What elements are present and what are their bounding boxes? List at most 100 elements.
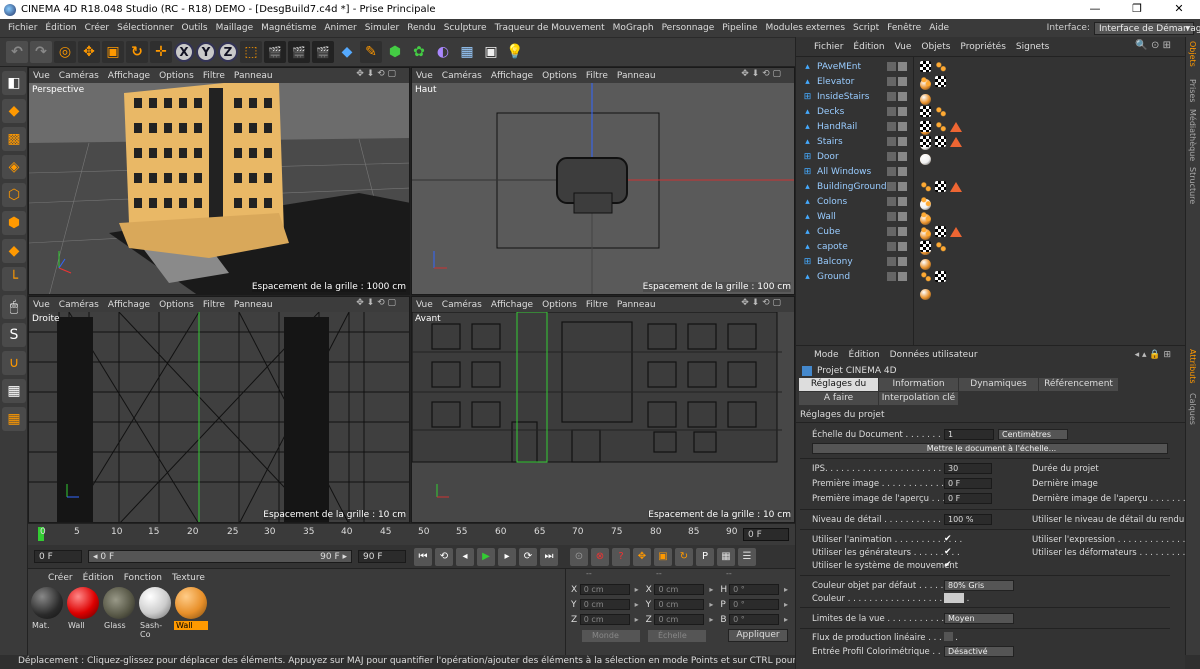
null-icon[interactable]: ⊞ [802, 166, 813, 177]
layer-icon[interactable]: ▴ [802, 271, 813, 282]
obj-menu-signets[interactable]: Signets [1016, 42, 1049, 52]
visibility-flags[interactable] [887, 92, 913, 101]
menu-personnage[interactable]: Personnage [658, 23, 719, 33]
obj-menu-objets[interactable]: Objets [921, 42, 950, 52]
texture-tag-icon[interactable] [935, 181, 946, 192]
object-row[interactable]: ⊞ InsideStairs [802, 89, 1182, 104]
layer-icon[interactable]: ▴ [802, 181, 813, 192]
texture-mode-icon[interactable]: ▩ [2, 127, 26, 151]
object-row[interactable]: ▴ Cube [802, 224, 1182, 255]
scale-unit-dropdown[interactable]: Centimètres [998, 429, 1068, 440]
points-mode-icon[interactable]: ⬡ [2, 183, 26, 207]
menu-pipeline[interactable]: Pipeline [718, 23, 761, 33]
phong-tag-icon[interactable] [950, 226, 962, 237]
tab-content-browser[interactable]: Médiathèque [1188, 109, 1197, 161]
mat-menu-texture[interactable]: Texture [172, 573, 205, 583]
material-swatch[interactable]: Glass [102, 587, 136, 633]
object-row[interactable]: ⊞ Door [802, 149, 1182, 164]
menu-simuler[interactable]: Simuler [361, 23, 403, 33]
recent-tool-icon[interactable]: ✛ [150, 41, 172, 63]
tab-attributes[interactable]: Attributs [1188, 349, 1197, 384]
render-view-icon[interactable]: 🎬 [264, 41, 286, 63]
attr-menu-mode[interactable]: Mode [814, 350, 839, 360]
move-tool-icon[interactable]: ✥ [78, 41, 100, 63]
go-to-start-icon[interactable]: ⏮ [414, 547, 432, 566]
vp-menu-options[interactable]: Options [159, 71, 194, 81]
lock-workplane-icon[interactable]: ▦ [2, 407, 26, 431]
light-icon[interactable]: 💡 [504, 41, 526, 63]
viewport-nav-controls-icon[interactable]: ✥ ⬇ ⟲ ▢ [741, 69, 781, 79]
menu-aide[interactable]: Aide [925, 23, 953, 33]
menu-modules[interactable]: Modules externes [762, 23, 850, 33]
phong-tag-icon[interactable] [950, 136, 962, 147]
workplane-grid-icon[interactable]: ▦ [2, 379, 26, 403]
key-pla-icon[interactable]: ▦ [717, 547, 735, 566]
tab-todo[interactable]: A faire [799, 392, 878, 405]
visibility-flags[interactable] [887, 257, 913, 266]
use-animation-checkbox[interactable]: ✔ [944, 534, 953, 544]
vp-menu-vue[interactable]: Vue [33, 300, 50, 310]
menu-fichier[interactable]: Fichier [4, 23, 41, 33]
visibility-flags[interactable] [887, 107, 913, 116]
floor-environment-icon[interactable]: ▦ [456, 41, 478, 63]
vp-menu-cameras[interactable]: Caméras [442, 300, 482, 310]
vp-menu-vue[interactable]: Vue [416, 300, 433, 310]
selection-tag-icon[interactable] [920, 76, 931, 87]
obj-menu-fichier[interactable]: Fichier [814, 42, 843, 52]
null-icon[interactable]: ⊞ [802, 256, 813, 267]
position-y-field[interactable]: 0 cm [579, 599, 639, 610]
maximize-button[interactable]: ❐ [1116, 0, 1158, 19]
position-z-field[interactable]: 0 cm [579, 614, 639, 625]
first-frame-field[interactable]: 0 F [944, 478, 992, 489]
go-to-end-icon[interactable]: ⏭ [540, 547, 558, 566]
polygons-mode-icon[interactable]: ◆ [2, 239, 26, 263]
cube-primitive-icon[interactable]: ◆ [336, 41, 358, 63]
texture-tag-icon[interactable] [920, 61, 931, 72]
texture-tag-icon[interactable] [935, 226, 946, 237]
record-keys-icon[interactable]: ⊙ [570, 547, 588, 566]
spline-pen-icon[interactable]: ✎ [360, 41, 382, 63]
cloner-icon[interactable]: ✿ [408, 41, 430, 63]
object-row[interactable]: ▴ Wall [802, 209, 1182, 240]
material-swatch[interactable]: Wall [66, 587, 100, 633]
size-z-field[interactable]: 0 cm [654, 614, 713, 625]
selection-tag-icon[interactable] [935, 61, 946, 72]
layer-icon[interactable]: ▴ [802, 76, 813, 87]
use-motion-checkbox[interactable]: ✔ [944, 560, 953, 570]
tab-takes[interactable]: Prises [1188, 79, 1197, 102]
tab-structure[interactable]: Structure [1188, 167, 1197, 204]
material-swatch[interactable]: Mat. [30, 587, 64, 633]
vp-menu-cameras[interactable]: Caméras [59, 300, 99, 310]
subdivision-surface-icon[interactable]: ⬢ [384, 41, 406, 63]
mat-menu-fonction[interactable]: Fonction [124, 573, 162, 583]
workplane-mode-icon[interactable]: ◈ [2, 155, 26, 179]
linear-workflow-checkbox[interactable] [944, 632, 953, 641]
attr-nav-icon[interactable]: ◂ ▴ 🔒 ⊞ [1135, 350, 1171, 360]
end-frame-field[interactable]: 90 F [358, 550, 406, 563]
live-selection-tool-icon[interactable]: ◎ [54, 41, 76, 63]
previous-frame-icon[interactable]: ◂ [456, 547, 474, 566]
vp-menu-affichage[interactable]: Affichage [108, 300, 150, 310]
viewport-nav-controls-icon[interactable]: ✥ ⬇ ⟲ ▢ [356, 298, 396, 308]
size-y-field[interactable]: 0 cm [654, 599, 713, 610]
visibility-flags[interactable] [887, 227, 913, 236]
axis-mode-icon[interactable]: └ [2, 267, 26, 291]
first-preview-field[interactable]: 0 F [944, 493, 992, 504]
material-swatch-selected[interactable]: Wall [174, 587, 208, 633]
menu-maillage[interactable]: Maillage [212, 23, 258, 33]
visibility-flags[interactable] [887, 122, 913, 131]
selection-tag-icon[interactable] [920, 211, 931, 222]
tab-information[interactable]: Information [879, 378, 958, 391]
previous-key-icon[interactable]: ⟲ [435, 547, 453, 566]
preview-range-slider[interactable]: ◂ 0 F 90 F ▸ [88, 550, 352, 563]
tab-dynamics[interactable]: Dynamiques [959, 378, 1038, 391]
vp-menu-panneau[interactable]: Panneau [617, 71, 656, 81]
vp-menu-filtre[interactable]: Filtre [586, 300, 608, 310]
attr-menu-edition[interactable]: Édition [849, 350, 880, 360]
layer-icon[interactable]: ▴ [802, 106, 813, 117]
vp-menu-panneau[interactable]: Panneau [617, 300, 656, 310]
visibility-flags[interactable] [887, 182, 913, 191]
model-mode-icon[interactable]: ◆ [2, 99, 26, 123]
tweak-mode-icon[interactable]: 🖱 [2, 295, 26, 319]
selection-tag-icon[interactable] [920, 196, 931, 207]
